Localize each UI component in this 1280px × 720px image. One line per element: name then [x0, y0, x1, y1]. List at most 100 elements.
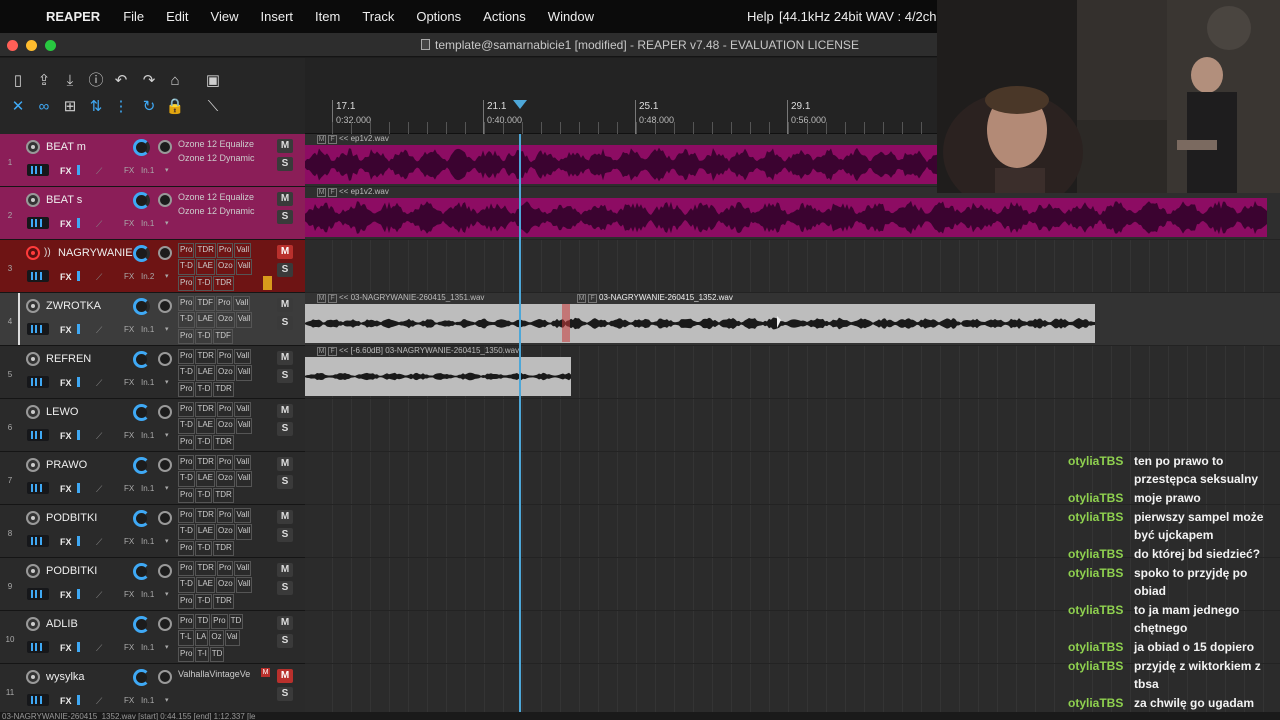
pan-knob[interactable] [158, 140, 172, 154]
fx-item[interactable]: Ozo [216, 259, 235, 275]
record-arm-button[interactable] [26, 352, 40, 366]
fx-enable-icon[interactable] [77, 271, 80, 281]
redo-icon[interactable]: ↷ [139, 71, 159, 91]
track-name[interactable]: BEAT s [46, 194, 82, 206]
fx-item[interactable]: Ozo [216, 418, 235, 434]
media-item-vox-2[interactable]: M F 03-NAGRYWANIE-260415_1352.wav [565, 293, 1095, 343]
record-arm-button[interactable] [26, 617, 40, 631]
item-fx-icon[interactable]: F [328, 135, 337, 144]
fx-item[interactable]: LAE [195, 471, 216, 487]
volume-knob[interactable] [133, 245, 150, 262]
fx-item[interactable]: Vall [235, 312, 253, 328]
track-1[interactable]: 1 BEAT m FX ⟋ FX In.1 ▾ Ozone 12 Equaliz… [0, 134, 305, 187]
fx-item[interactable]: Vall [234, 402, 252, 418]
undo-icon[interactable]: ↶ [111, 71, 131, 91]
fx-button[interactable]: FX [60, 219, 72, 229]
dropdown-icon[interactable]: ▾ [165, 431, 169, 439]
fx-enable-icon[interactable] [77, 483, 80, 493]
fx-item[interactable]: TDR [213, 487, 234, 503]
edit-cursor[interactable] [519, 134, 521, 714]
volume-knob[interactable] [133, 510, 150, 527]
fx-item[interactable]: Oz [209, 630, 224, 646]
fx-item[interactable]: Pro [216, 296, 233, 312]
lock-icon[interactable]: 🔒 [165, 97, 185, 117]
ripple-icon[interactable]: ⇅ [86, 97, 106, 117]
menu-help[interactable]: Help [736, 9, 785, 24]
pan-knob[interactable] [158, 564, 172, 578]
fx-item[interactable]: Ozone 12 Dynamic [178, 204, 257, 218]
fx-item[interactable]: TDR [213, 593, 234, 609]
loop-icon[interactable]: ↻ [139, 97, 159, 117]
volume-knob[interactable] [133, 616, 150, 633]
fx-item[interactable]: Pro [216, 402, 234, 418]
record-arm-button[interactable] [26, 299, 40, 313]
mute-button[interactable]: M [277, 245, 293, 259]
menu-view[interactable]: View [200, 9, 250, 24]
fx-button[interactable]: FX [60, 696, 72, 706]
fx-item[interactable]: LAE [195, 577, 216, 593]
menu-insert[interactable]: Insert [250, 9, 305, 24]
fx-item[interactable]: T-D [178, 524, 195, 540]
fx-item[interactable]: T-I [195, 646, 209, 662]
fx-item[interactable]: TDR [213, 540, 234, 556]
audio-status[interactable]: [44.1kHz 24bit WAV : 4/2ch 51 [779, 9, 955, 24]
fx-item[interactable]: TDR [195, 508, 216, 524]
fx-item[interactable]: T-D [178, 259, 195, 275]
route-icon[interactable]: ⟋ [96, 325, 102, 336]
track-name[interactable]: wysylka [46, 671, 85, 683]
fx-item[interactable]: Vall [235, 471, 253, 487]
mute-button[interactable]: M [277, 298, 293, 312]
mute-button[interactable]: M [277, 192, 293, 206]
fx-button[interactable]: FX [60, 166, 72, 176]
volume-knob[interactable] [133, 351, 150, 368]
dropdown-icon[interactable]: ▾ [165, 696, 169, 704]
route-icon[interactable]: ⟋ [96, 696, 102, 707]
fx-enable-icon[interactable] [77, 324, 80, 334]
dropdown-icon[interactable]: ▾ [165, 590, 169, 598]
input-label[interactable]: In.1 [141, 643, 154, 652]
fx-item[interactable]: ValhallaVintageVe [178, 667, 257, 681]
input-label[interactable]: In.1 [141, 219, 154, 228]
input-label[interactable]: In.1 [141, 696, 154, 705]
track-name[interactable]: LEWO [46, 406, 78, 418]
fx-enable-icon[interactable] [77, 218, 80, 228]
fx-item[interactable]: T-D [195, 487, 213, 503]
track-6[interactable]: 6 LEWO FX ⟋ FX In.1 ▾ Pro TDR Pro Vall T-D LA… [0, 399, 305, 452]
fx-item[interactable]: LAE [195, 365, 216, 381]
fx-item[interactable]: Pro [216, 508, 234, 524]
track-name[interactable]: PODBITKI [46, 512, 97, 524]
fx-item[interactable]: Pro [216, 349, 234, 365]
fx-item[interactable]: T-L [178, 630, 194, 646]
dropdown-icon[interactable]: ▾ [165, 166, 169, 174]
menu-edit[interactable]: Edit [155, 9, 199, 24]
pan-knob[interactable] [158, 511, 172, 525]
input-label[interactable]: In.2 [141, 272, 154, 281]
fx-item[interactable]: LAE [195, 418, 216, 434]
track-8[interactable]: 8 PODBITKI FX ⟋ FX In.1 ▾ Pro TDR Pro Vall T… [0, 505, 305, 558]
fx-button[interactable]: FX [60, 590, 72, 600]
fx-button[interactable]: FX [60, 325, 72, 335]
fx-item[interactable]: TDR [213, 434, 234, 450]
record-arm-button[interactable] [26, 193, 40, 207]
fx-button[interactable]: FX [60, 537, 72, 547]
track-name[interactable]: PRAWO [46, 459, 87, 471]
fx-item[interactable]: T-D [195, 381, 213, 397]
dropdown-icon[interactable]: ▾ [165, 219, 169, 227]
item-fx-icon[interactable]: F [328, 347, 337, 356]
fx-item[interactable]: TDR [213, 381, 234, 397]
input-label[interactable]: In.1 [141, 325, 154, 334]
meter-icon[interactable] [27, 588, 49, 600]
menu-track[interactable]: Track [351, 9, 405, 24]
menu-app[interactable]: REAPER [40, 9, 112, 24]
fx-item[interactable]: Pro [178, 593, 195, 609]
media-item-vox-1[interactable]: M F << 03-NAGRYWANIE-260415_1351.wav [305, 293, 565, 343]
play-cursor-marker-icon[interactable] [513, 100, 527, 109]
solo-button[interactable]: S [277, 687, 293, 701]
track-name[interactable]: ADLIB [46, 618, 78, 630]
menu-actions[interactable]: Actions [472, 9, 537, 24]
volume-knob[interactable] [133, 192, 150, 209]
pan-knob[interactable] [158, 352, 172, 366]
volume-knob[interactable] [133, 404, 150, 421]
pan-knob[interactable] [158, 299, 172, 313]
route-icon[interactable]: ⟋ [96, 643, 102, 654]
